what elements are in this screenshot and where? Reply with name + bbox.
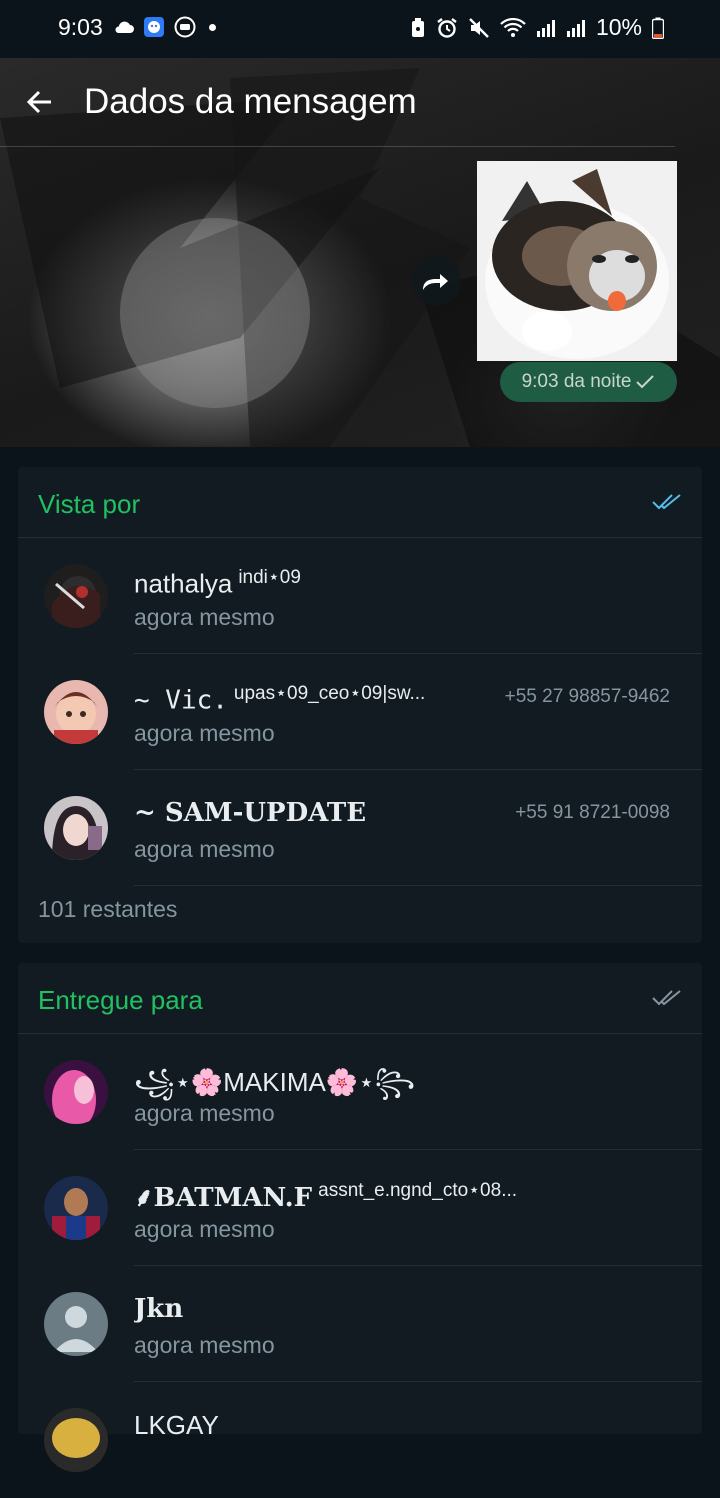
contact-name: LKGAY (134, 1410, 219, 1440)
check-icon (636, 375, 655, 389)
mute-icon (469, 17, 489, 38)
contact-phone: +55 91 8721-0098 (515, 802, 670, 823)
cloud-icon (115, 21, 134, 33)
avatar (44, 1408, 108, 1472)
read-status: agora mesmo (134, 836, 275, 862)
avatar (44, 1292, 108, 1356)
list-item[interactable]: ~ Vic. upas⋆09_ceo⋆09|sw... +55 27 98857-… (18, 654, 702, 770)
list-item[interactable]: ~ SAM-UPDATE +55 91 8721-0098 agora mesm… (18, 770, 702, 886)
seen-by-card: Vista por nathalya indi⋆09 agora mesmo ~ … (18, 467, 702, 943)
delivered-header: Entregue para (18, 963, 702, 1034)
default-avatar-icon (44, 1292, 108, 1356)
avatar (44, 1060, 108, 1124)
app-icon (144, 17, 164, 37)
remaining-count[interactable]: 101 restantes (38, 896, 177, 923)
avatar (44, 680, 108, 744)
signal-icon (536, 19, 555, 37)
status-bar: 9:03 10% (0, 0, 720, 58)
battery-percent: 10% (595, 14, 642, 40)
delivery-status: agora mesmo (134, 1100, 275, 1126)
list-item[interactable]: ꧁⋆🌸MAKIMA🌸⋆꧂ agora mesmo (18, 1034, 702, 1150)
double-check-gray-icon (652, 990, 681, 1006)
arrow-left-icon (26, 90, 51, 114)
message-time-badge: 9:03 da noite (500, 362, 677, 402)
contact-phone: +55 27 98857-9462 (504, 686, 670, 707)
screen-record-icon (174, 16, 196, 38)
delivered-title: Entregue para (38, 985, 203, 1015)
contact-name: ⸙BATMAN.F assnt_e.ngnd_cto⋆08... (134, 1180, 518, 1213)
list-item[interactable]: ⸙BATMAN.F assnt_e.ngnd_cto⋆08... agora me… (18, 1150, 702, 1266)
message-time: 9:03 da noite (521, 371, 632, 392)
delivery-status: agora mesmo (134, 1332, 275, 1358)
delivery-status: agora mesmo (134, 1216, 275, 1242)
sticker-image[interactable] (477, 161, 677, 361)
seen-title: Vista por (38, 489, 141, 519)
contact-name: nathalya indi⋆09 (134, 567, 301, 599)
lock-battery-icon (411, 17, 424, 37)
alarm-icon (437, 17, 457, 38)
contact-name: Jkn (134, 1294, 184, 1324)
signal-icon (566, 19, 585, 37)
kitten-sticker (477, 161, 677, 361)
avatar (44, 796, 108, 860)
wifi-icon (500, 17, 526, 37)
page-title: Dados da mensagem (84, 82, 417, 121)
double-check-blue-icon (652, 494, 681, 510)
list-item[interactable]: Jkn agora mesmo (18, 1266, 702, 1382)
notification-dot (209, 23, 216, 31)
read-status: agora mesmo (134, 720, 275, 746)
status-time: 9:03 (58, 14, 103, 40)
forward-button[interactable] (411, 256, 461, 306)
battery-icon (652, 17, 664, 39)
list-item[interactable]: nathalya indi⋆09 agora mesmo (18, 538, 702, 654)
delivered-to-card: Entregue para ꧁⋆🌸MAKIMA🌸⋆꧂ agora mesmo ⸙… (18, 963, 702, 1472)
back-button[interactable] (18, 80, 62, 124)
contact-name: ~ SAM-UPDATE (134, 798, 367, 828)
seen-header: Vista por (18, 467, 702, 538)
read-status: agora mesmo (134, 604, 275, 630)
avatar (44, 564, 108, 628)
list-item[interactable]: LKGAY (18, 1382, 702, 1498)
contact-name: ~ Vic. upas⋆09_ceo⋆09|sw... (134, 683, 426, 716)
divider (0, 146, 675, 147)
avatar (44, 1176, 108, 1240)
forward-icon (423, 274, 448, 290)
divider (134, 885, 702, 886)
